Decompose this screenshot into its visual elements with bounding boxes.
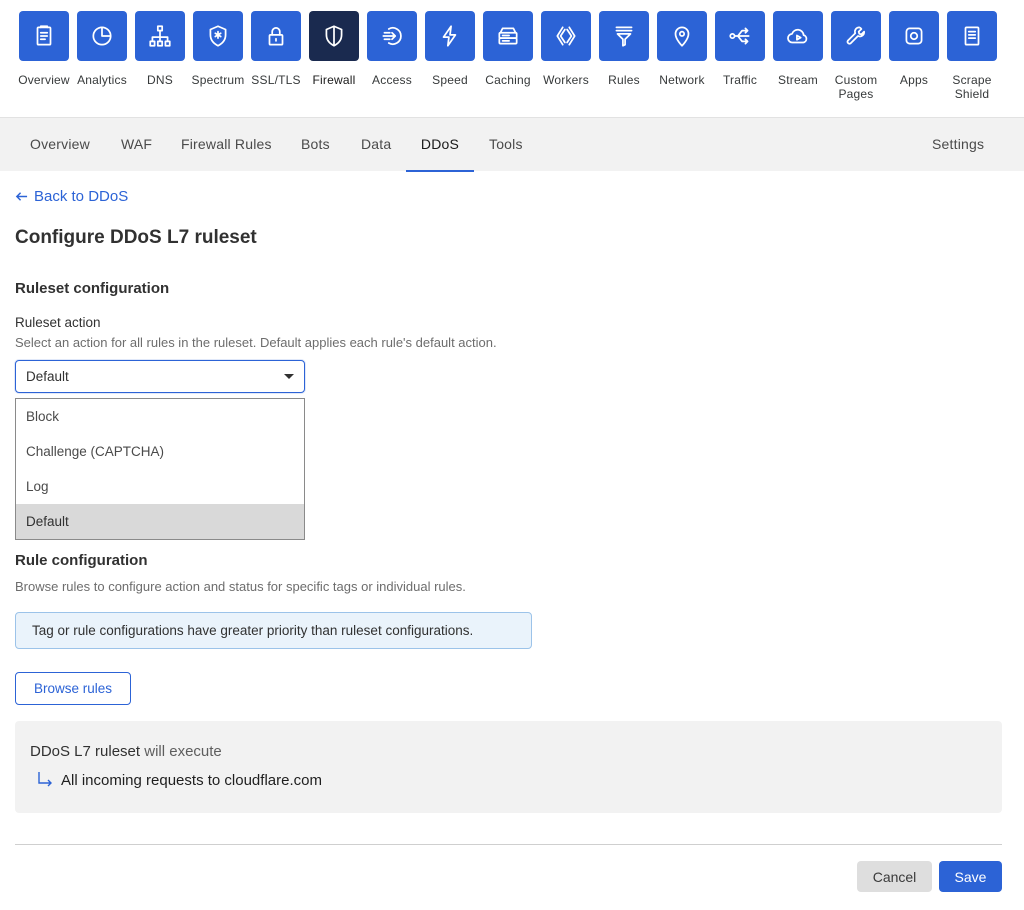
workers-icon	[541, 11, 591, 61]
document-icon	[947, 11, 997, 61]
nav-label: Apps	[899, 73, 929, 87]
nav-item-analytics[interactable]: Analytics	[71, 11, 133, 87]
nav-label: Workers	[543, 73, 589, 87]
ruleset-action-dropdown: Block Challenge (CAPTCHA) Log Default	[15, 398, 305, 540]
nav-label: Access	[372, 73, 412, 87]
rule-config-help: Browse rules to configure action and sta…	[15, 579, 466, 594]
nav-label: Firewall	[312, 73, 356, 87]
browse-rules-button[interactable]: Browse rules	[15, 672, 131, 705]
page-title: Configure DDoS L7 ruleset	[15, 227, 257, 248]
nav-item-network[interactable]: Network	[651, 11, 713, 87]
server-icon	[483, 11, 533, 61]
clipboard-icon	[19, 11, 69, 61]
nav-item-custom-pages[interactable]: Custom Pages	[825, 11, 887, 101]
ruleset-action-help: Select an action for all rules in the ru…	[15, 335, 497, 350]
ruleset-name: DDoS L7 ruleset	[30, 743, 141, 760]
nav-item-rules[interactable]: Rules	[593, 11, 655, 87]
ruleset-action-select[interactable]: Default	[15, 360, 305, 393]
nav-item-workers[interactable]: Workers	[535, 11, 597, 87]
cancel-button[interactable]: Cancel	[857, 861, 932, 892]
nav-label: Network	[659, 73, 705, 87]
cloud-play-icon	[773, 11, 823, 61]
nav-item-traffic[interactable]: Traffic	[709, 11, 771, 87]
nav-item-stream[interactable]: Stream	[767, 11, 829, 87]
nav-item-scrape-shield[interactable]: Scrape Shield	[941, 11, 1003, 101]
shield-icon	[309, 11, 359, 61]
top-nav: Overview Analytics DNS Spectrum SSL/TLS …	[0, 0, 1024, 117]
caret-down-icon	[284, 374, 294, 379]
back-link[interactable]: Back to DDoS	[15, 188, 128, 205]
nav-label: Overview	[18, 73, 70, 87]
nav-label: Caching	[485, 73, 531, 87]
nav-item-firewall[interactable]: Firewall	[303, 11, 365, 87]
save-button[interactable]: Save	[939, 861, 1002, 892]
execution-line: DDoS L7 ruleset will execute	[30, 743, 222, 760]
execution-summary: DDoS L7 ruleset will execute All incomin…	[15, 721, 1002, 813]
tab-firewall-rules[interactable]: Firewall Rules	[181, 118, 272, 172]
ruleset-config-title: Ruleset configuration	[15, 280, 170, 297]
execution-target-line: All incoming requests to cloudflare.com	[37, 771, 322, 789]
nav-label: Traffic	[722, 73, 758, 87]
tab-data[interactable]: Data	[361, 118, 391, 172]
lightning-icon	[425, 11, 475, 61]
tab-bots[interactable]: Bots	[301, 118, 330, 172]
select-value: Default	[26, 369, 69, 384]
share-icon	[715, 11, 765, 61]
nav-item-ssl-tls[interactable]: SSL/TLS	[245, 11, 307, 87]
nav-label: Custom Pages	[834, 73, 878, 101]
option-challenge[interactable]: Challenge (CAPTCHA)	[16, 434, 304, 469]
apps-icon	[889, 11, 939, 61]
nav-item-caching[interactable]: Caching	[477, 11, 539, 87]
option-default[interactable]: Default	[16, 504, 304, 539]
nav-label: Scrape Shield	[952, 73, 992, 101]
network-tree-icon	[135, 11, 185, 61]
nav-item-spectrum[interactable]: Spectrum	[187, 11, 249, 87]
execution-suffix: will execute	[144, 743, 222, 760]
arrow-turn-right-icon	[38, 772, 52, 787]
nav-label: Analytics	[77, 73, 127, 87]
option-block[interactable]: Block	[16, 399, 304, 434]
tab-ddos[interactable]: DDoS	[406, 118, 474, 172]
nav-label: DNS	[147, 73, 173, 87]
nav-item-access[interactable]: Access	[361, 11, 423, 87]
tab-overview[interactable]: Overview	[30, 118, 90, 172]
nav-label: SSL/TLS	[251, 73, 301, 87]
nav-item-overview[interactable]: Overview	[13, 11, 75, 87]
back-link-label: Back to DDoS	[34, 188, 129, 205]
rule-config-title: Rule configuration	[15, 552, 148, 569]
priority-callout: Tag or rule configurations have greater …	[15, 612, 532, 649]
nav-item-apps[interactable]: Apps	[883, 11, 945, 87]
filter-icon	[599, 11, 649, 61]
tab-settings[interactable]: Settings	[932, 118, 984, 172]
execution-target: All incoming requests to cloudflare.com	[61, 771, 322, 789]
location-pin-icon	[657, 11, 707, 61]
sub-nav: Overview WAF Firewall Rules Bots Data DD…	[0, 117, 1024, 172]
divider	[15, 844, 1002, 845]
tab-waf[interactable]: WAF	[121, 118, 152, 172]
wrench-icon	[831, 11, 881, 61]
nav-label: Spectrum	[191, 73, 245, 87]
ruleset-action-label: Ruleset action	[15, 315, 101, 330]
nav-item-dns[interactable]: DNS	[129, 11, 191, 87]
tab-tools[interactable]: Tools	[489, 118, 523, 172]
shield-star-icon	[193, 11, 243, 61]
arrow-left-icon	[15, 192, 28, 201]
lock-icon	[251, 11, 301, 61]
pie-chart-icon	[77, 11, 127, 61]
nav-label: Rules	[608, 73, 640, 87]
option-log[interactable]: Log	[16, 469, 304, 504]
sign-in-icon	[367, 11, 417, 61]
nav-item-speed[interactable]: Speed	[419, 11, 481, 87]
nav-label: Stream	[778, 73, 818, 87]
nav-label: Speed	[432, 73, 468, 87]
